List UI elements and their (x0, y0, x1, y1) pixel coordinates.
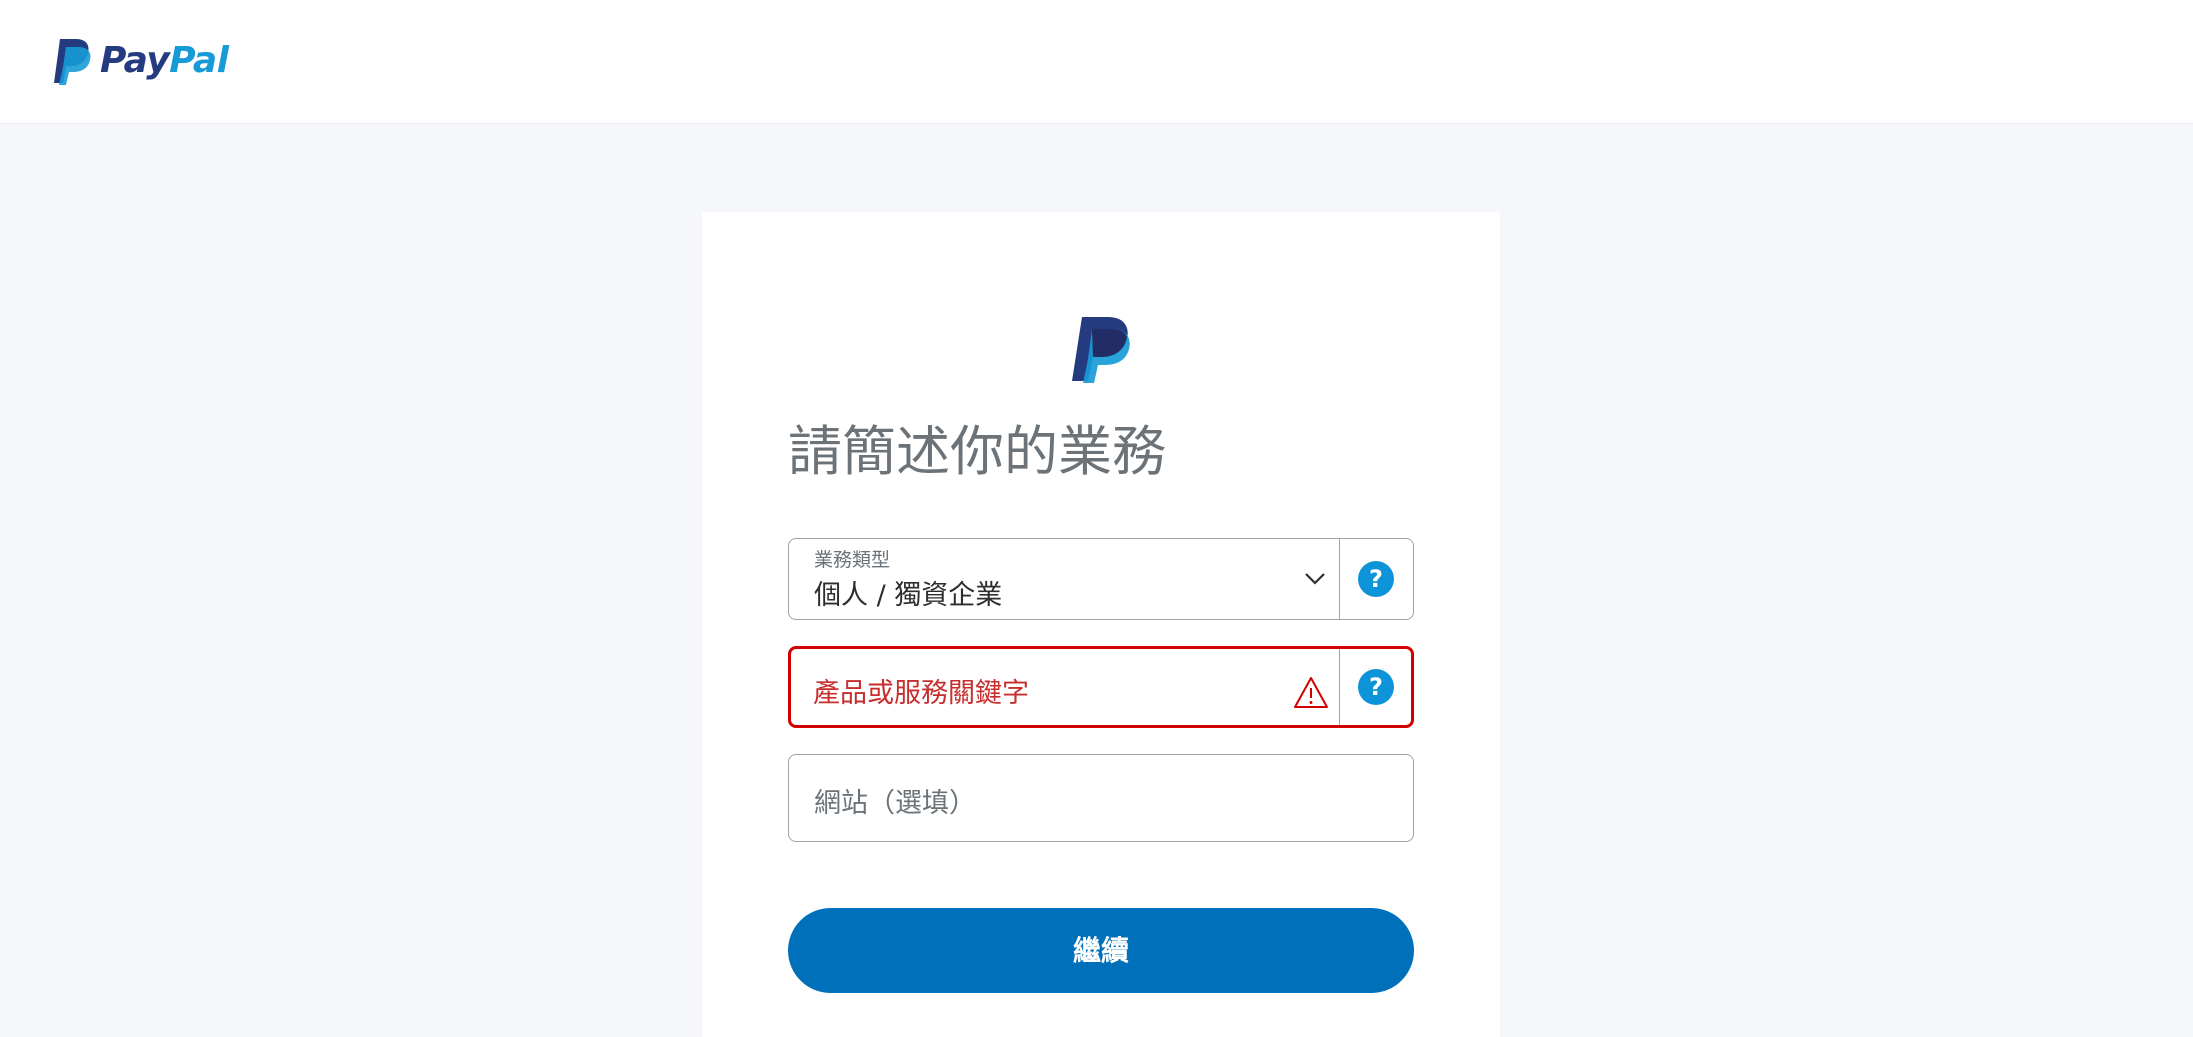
field-divider (1339, 539, 1340, 619)
business-type-field: 業務類型 個人 / 獨資企業 ? (788, 538, 1414, 620)
top-header: PayPal (0, 0, 2193, 124)
business-type-label: 業務類型 (814, 549, 891, 571)
warning-triangle-icon (1294, 677, 1328, 708)
business-type-select[interactable]: 業務類型 個人 / 獨資企業 (789, 539, 1339, 619)
wordmark-pay: Pay (100, 40, 170, 81)
paypal-wordmark: PayPal (100, 40, 229, 81)
field-divider (1339, 649, 1340, 725)
keywords-field: 產品或服務關鍵字 ? (788, 646, 1414, 728)
keywords-input[interactable]: 產品或服務關鍵字 (791, 649, 1337, 725)
paypal-p-icon (54, 39, 91, 85)
keywords-placeholder: 產品或服務關鍵字 (813, 678, 1029, 709)
paypal-monogram-icon (1072, 317, 1130, 383)
business-type-help-icon[interactable]: ? (1358, 561, 1394, 597)
keywords-help-icon[interactable]: ? (1358, 669, 1394, 705)
website-input[interactable]: 網站（選填） (789, 755, 1413, 841)
wordmark-pal: Pal (169, 40, 229, 81)
continue-button[interactable]: 繼續 (788, 908, 1414, 993)
business-type-value: 個人 / 獨資企業 (814, 580, 1003, 611)
page-title: 請簡述你的業務 (788, 420, 1166, 483)
chevron-down-icon (1305, 573, 1325, 585)
paypal-logo[interactable]: PayPal (52, 36, 229, 86)
website-placeholder: 網站（選填） (814, 788, 976, 819)
paypal-monogram (1070, 315, 1132, 387)
signup-card: 請簡述你的業務 業務類型 個人 / 獨資企業 ? 產品或服務關鍵字 ? 網站（選… (702, 212, 1500, 1037)
website-field[interactable]: 網站（選填） (788, 754, 1414, 842)
